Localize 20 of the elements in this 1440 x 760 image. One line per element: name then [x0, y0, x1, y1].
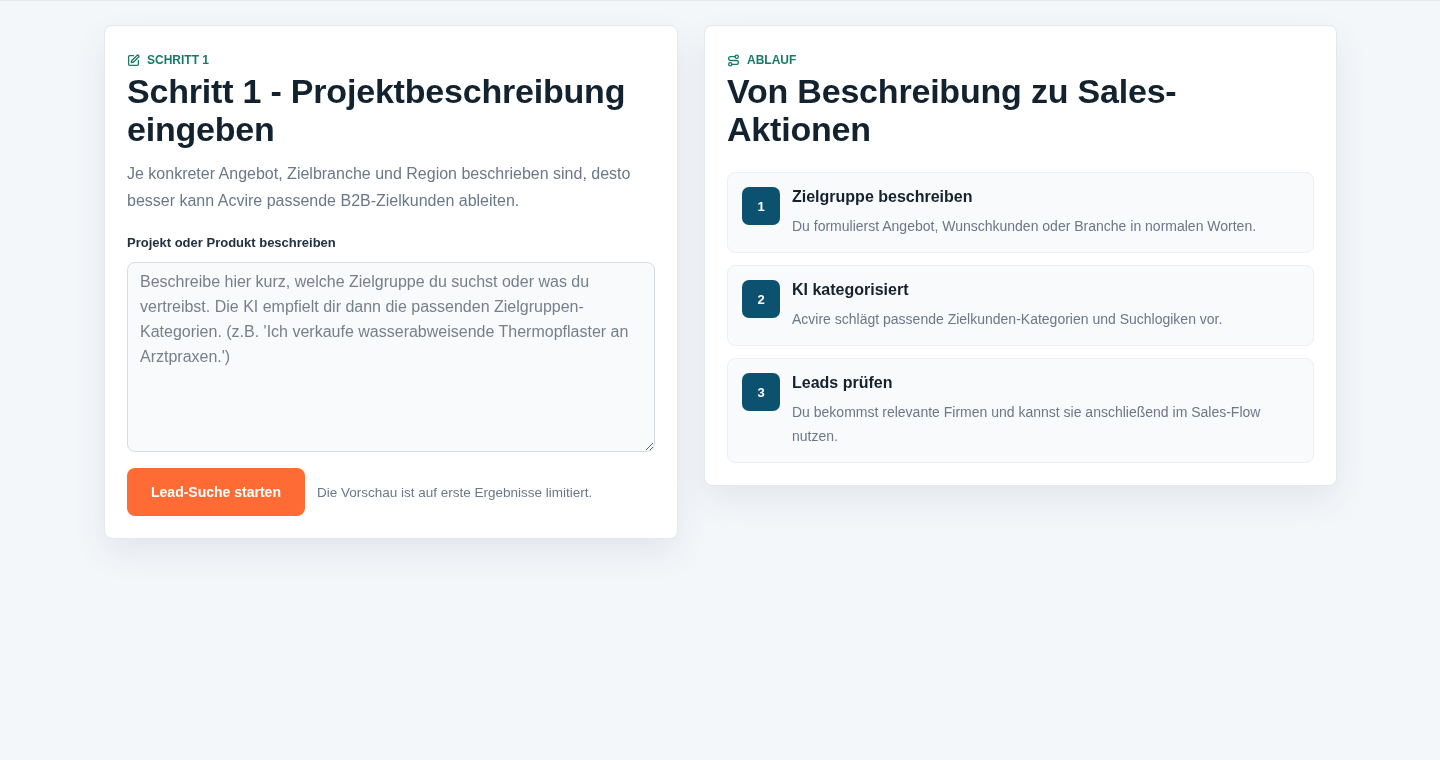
step-description: Du formulierst Angebot, Wunschkunden oder Branche in normalen Worten.	[792, 217, 1257, 236]
field-label: Projekt oder Produkt beschreiben	[127, 234, 337, 252]
start-search-button[interactable]: Lead-Suche starten	[127, 468, 305, 516]
step-description: Acvire schlägt passende Zielkunden-Kategorien und Suchlogiken vor.	[792, 310, 1223, 329]
card-title: Von Beschreibung zu Sales-Aktionen	[727, 72, 1178, 148]
step-number: 3	[742, 373, 780, 411]
preview-note: Die Vorschau ist auf erste Ergebnisse limitiert.	[317, 484, 593, 500]
section-label: SCHRITT 1	[147, 52, 209, 68]
step-title: KI kategorisiert	[792, 280, 910, 300]
section-label: ABLAUF	[747, 52, 797, 68]
card-description: Je konkreter Angebot, Zielbranche und Region beschrieben sind, desto besser kann Acvire passende B2B-Zielkunden ableiten.	[127, 164, 632, 211]
route-icon	[727, 53, 740, 67]
edit-icon	[127, 53, 140, 67]
card-title: Schritt 1 - Projektbeschreibung eingeben	[127, 72, 627, 148]
step-number: 2	[742, 280, 780, 318]
step-number: 1	[742, 187, 780, 225]
step-title: Zielgruppe beschreiben	[792, 187, 974, 207]
project-description-field[interactable]: Beschreibe hier kurz, welche Zielgruppe du suchst oder was du vertreibst. Die KI empfielt dir dann die passenden Zielgruppen-Kategorien. (z.B. 'Ich verkaufe wasserabweisende Thermopflaster an Arztpraxen.')	[127, 262, 655, 452]
step-description: Du bekommst relevante Firmen und kannst sie anschließend im Sales-Flow nutzen.	[792, 403, 1262, 446]
step-title: Leads prüfen	[792, 373, 894, 393]
